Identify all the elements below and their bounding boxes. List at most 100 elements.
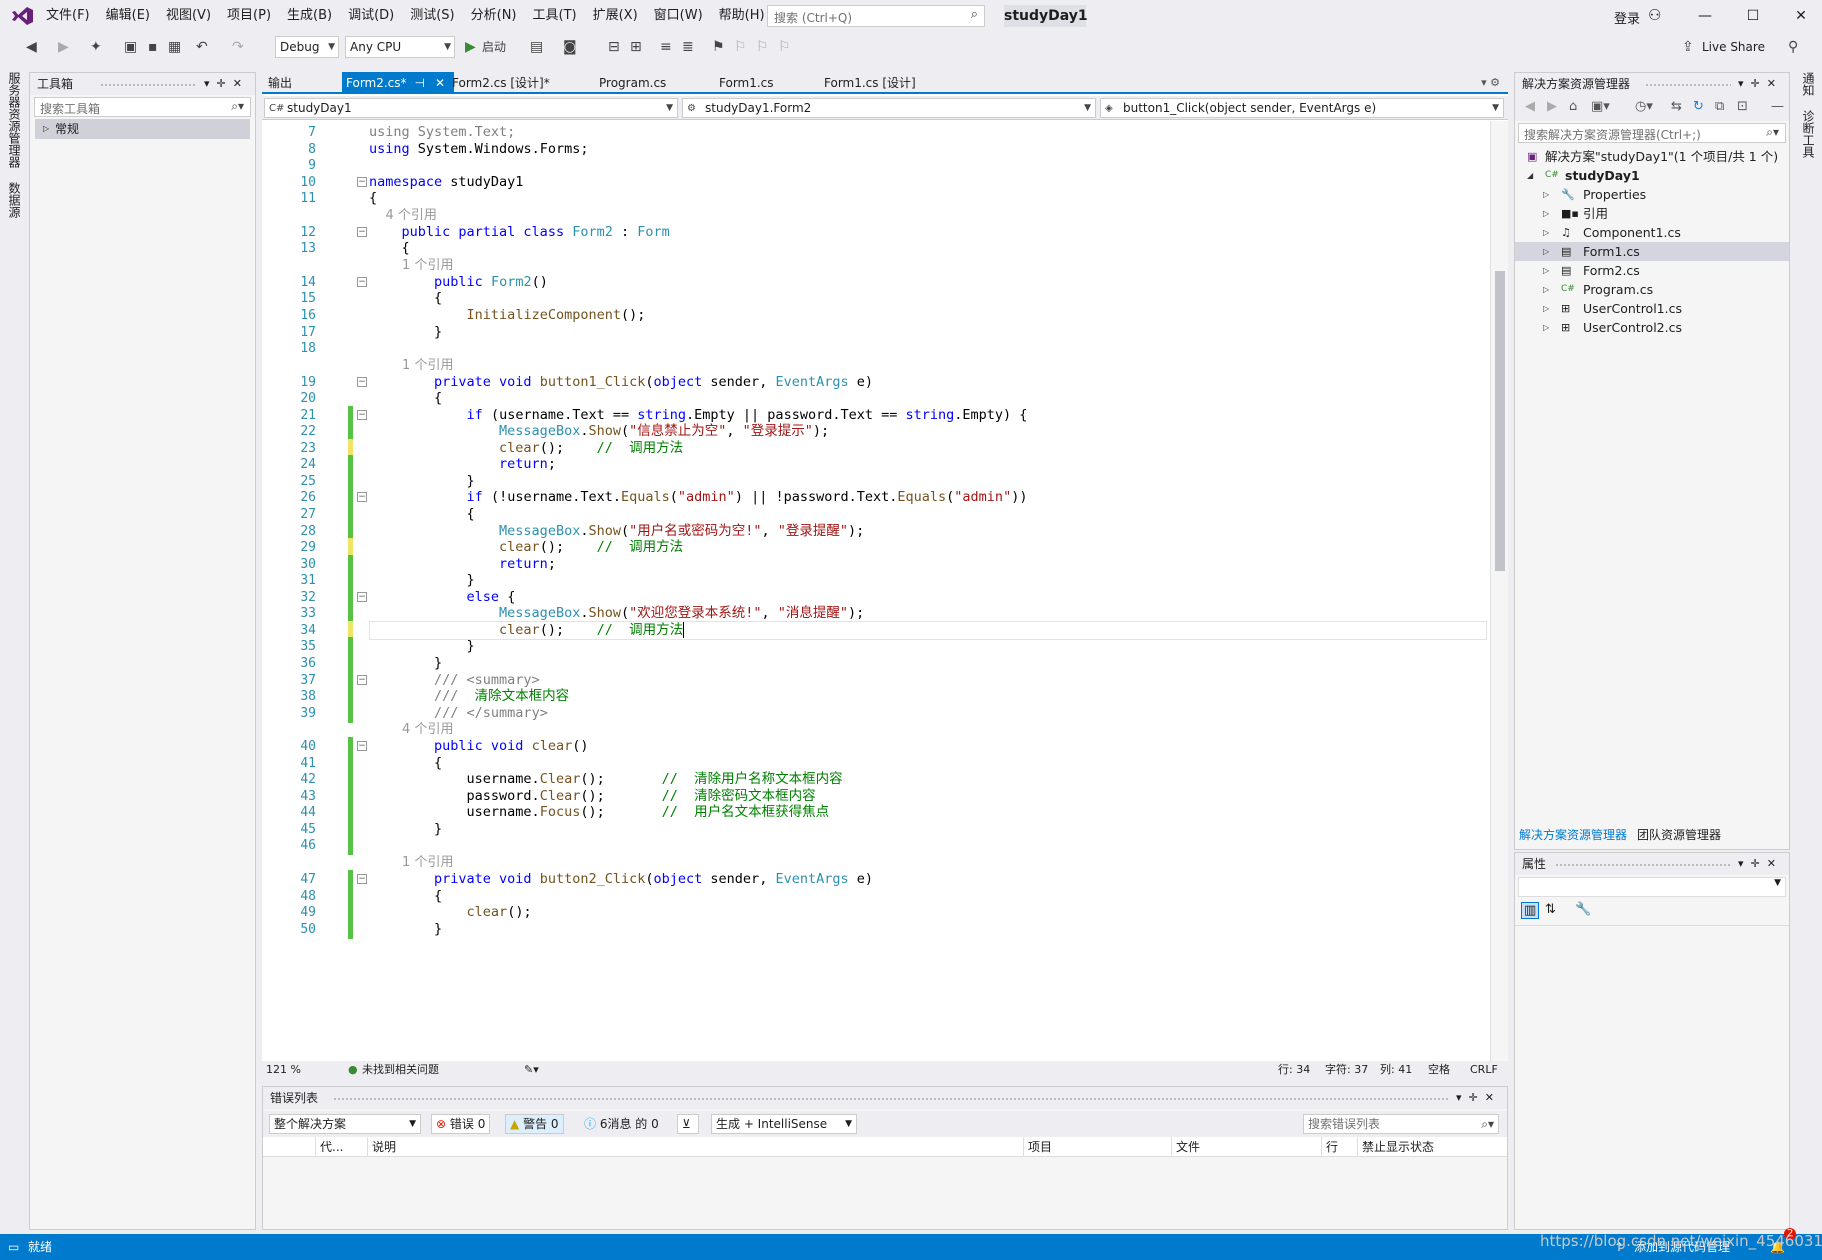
tab-form1-cs[interactable]: Form1.cs — [715, 72, 778, 94]
whitespace-mode[interactable]: 空格 — [1428, 1061, 1450, 1078]
messages-filter-button[interactable]: ⓘ 6消息 的 0 — [579, 1114, 664, 1134]
login-link[interactable]: 登录 — [1614, 8, 1640, 27]
history-icon[interactable]: ◷▾ — [1635, 99, 1653, 114]
scope-select[interactable]: 整个解决方案 ▼ — [269, 1114, 421, 1134]
save-icon[interactable]: ▪ — [148, 36, 158, 58]
categorized-icon[interactable]: ▥ — [1521, 902, 1540, 919]
toolbox-group[interactable]: ▷ 常规 — [35, 119, 250, 139]
live-share-button[interactable]: Live Share — [1702, 36, 1765, 58]
collapse-icon[interactable]: − — [357, 376, 367, 387]
collapse-icon[interactable]: − — [357, 176, 367, 187]
maximize-button[interactable]: ☐ — [1738, 4, 1768, 28]
menu-item[interactable]: 视图(V) — [158, 0, 219, 32]
outdent-icon[interactable]: ≣ — [682, 36, 694, 58]
user-icon[interactable]: ⚇ — [1648, 6, 1661, 24]
tree-item-references[interactable]: ▷ ■▪ 引用 — [1515, 204, 1789, 223]
close-window-button[interactable]: ✕ — [1786, 4, 1816, 28]
collapse-icon[interactable]: − — [357, 492, 367, 503]
tree-item-properties[interactable]: ▷ 🔧 Properties — [1515, 185, 1789, 204]
line-ending[interactable]: CRLF — [1470, 1061, 1498, 1078]
drag-grip[interactable] — [1645, 83, 1731, 87]
tab-team-explorer[interactable]: 团队资源管理器 — [1637, 823, 1721, 847]
start-icon[interactable]: ▶ — [465, 36, 476, 58]
code-line[interactable]: 50 } — [262, 919, 1490, 939]
class-nav-select[interactable]: ⚙ studyDay1.Form2 ▼ — [682, 98, 1096, 118]
zoom-level[interactable]: 121 % — [266, 1061, 301, 1078]
bookmark-prev-icon[interactable]: ⚐ — [734, 36, 747, 58]
close-icon[interactable]: ✕ — [435, 76, 445, 90]
start-button[interactable]: 启动 — [482, 36, 506, 58]
tree-item-usercontrol1[interactable]: ▷ ⊞ UserControl1.cs — [1515, 299, 1789, 318]
show-all-files-icon[interactable]: ⊡ — [1737, 99, 1748, 114]
tab-output[interactable]: 输出 — [264, 72, 296, 94]
diagnostic-tools-tab[interactable]: 诊断工具 — [1800, 110, 1817, 158]
toolbox-search-input[interactable]: 搜索工具箱 ⌕▾ — [34, 97, 251, 117]
menu-item[interactable]: 分析(N) — [463, 0, 525, 32]
col-project[interactable]: 项目 — [1023, 1137, 1171, 1157]
vertical-scrollbar[interactable] — [1490, 121, 1508, 1061]
live-share-icon[interactable]: ⇪ — [1682, 36, 1694, 58]
collapse-icon[interactable]: − — [357, 591, 367, 602]
warnings-filter-button[interactable]: ▲ 警告 0 — [505, 1114, 564, 1134]
more-icon[interactable]: — — [1771, 99, 1784, 114]
tree-project[interactable]: ◢ C# studyDay1 — [1515, 166, 1789, 185]
collapse-icon[interactable]: − — [357, 409, 367, 420]
minimize-button[interactable]: — — [1690, 4, 1720, 28]
back-icon[interactable]: ◀ — [26, 36, 37, 58]
menu-item[interactable]: 测试(S) — [402, 0, 462, 32]
undo-icon[interactable]: ↶ — [196, 36, 208, 58]
switch-views-icon[interactable]: ▣▾ — [1591, 99, 1610, 114]
indent-icon[interactable]: ≡ — [660, 36, 672, 58]
menu-item[interactable]: 编辑(E) — [98, 0, 158, 32]
solution-search-input[interactable]: 搜索解决方案资源管理器(Ctrl+;) ⌕▾ — [1518, 123, 1786, 143]
bookmark-icon[interactable]: ⚑ — [712, 36, 725, 58]
collapse-icon[interactable]: − — [357, 276, 367, 287]
tab-program-cs[interactable]: Program.cs — [595, 72, 670, 94]
sync-icon[interactable]: ⇆ — [1671, 99, 1682, 114]
panel-controls[interactable]: ▾✛✕ — [1738, 853, 1783, 875]
panel-controls[interactable]: ▾✛✕ — [1738, 73, 1783, 95]
collapse-all-icon[interactable]: ⧉ — [1715, 99, 1724, 114]
open-folder-icon[interactable]: ▣ — [124, 36, 137, 58]
errors-filter-button[interactable]: ⊗ 错误 0 — [431, 1114, 491, 1134]
platform-select[interactable]: Any CPU ▼ — [345, 36, 455, 58]
tab-form2-cs[interactable]: Form2.cs* ⊣ ✕ — [342, 72, 454, 94]
tab-solution-explorer[interactable]: 解决方案资源管理器 — [1519, 823, 1627, 847]
member-nav-select[interactable]: ◈ button1_Click(object sender, EventArgs … — [1100, 98, 1504, 118]
tree-item-usercontrol2[interactable]: ▷ ⊞ UserControl2.cs — [1515, 318, 1789, 337]
panel-controls[interactable]: ▾✛✕ — [204, 73, 249, 95]
tab-form1-design[interactable]: Form1.cs [设计] — [820, 72, 920, 94]
align-icon[interactable]: ⊟ — [608, 36, 620, 58]
drag-grip[interactable] — [1555, 863, 1731, 867]
menu-item[interactable]: 扩展(X) — [585, 0, 646, 32]
new-project-icon[interactable]: ✦ — [90, 36, 102, 58]
tab-overflow-controls[interactable]: ▾ ⚙ — [1481, 72, 1500, 94]
panel-controls[interactable]: ▾✛✕ — [1456, 1087, 1501, 1109]
col-file[interactable]: 文件 — [1171, 1137, 1321, 1157]
drag-grip[interactable] — [333, 1097, 1449, 1101]
tree-solution-root[interactable]: ▣ 解决方案"studyDay1"(1 个项目/共 1 个) — [1515, 147, 1789, 166]
code-editor[interactable]: 7 using System.Text; 8 using System.Windows… — [262, 121, 1490, 1061]
scrollbar-thumb[interactable] — [1495, 271, 1505, 571]
error-search-input[interactable]: 搜索错误列表 ⌕▾ — [1303, 1114, 1499, 1134]
menu-item[interactable]: 文件(F) — [38, 0, 98, 32]
data-sources-tab[interactable]: 数据源 — [6, 182, 23, 218]
forward-icon[interactable]: ▶ — [1547, 99, 1557, 114]
project-nav-select[interactable]: C# studyDay1 ▼ — [264, 98, 678, 118]
tree-item-form2[interactable]: ▷ ▤ Form2.cs — [1515, 261, 1789, 280]
forward-icon[interactable]: ▶ — [58, 36, 69, 58]
notifications-tab[interactable]: 通知 — [1800, 72, 1817, 96]
home-icon[interactable]: ⌂ — [1569, 99, 1577, 114]
search-input[interactable]: 搜索 (Ctrl+Q) ⌕ — [767, 5, 985, 27]
redo-icon[interactable]: ↷ — [232, 36, 244, 58]
col-line[interactable]: 行 — [1321, 1137, 1357, 1157]
drag-grip[interactable] — [100, 83, 197, 87]
code-text[interactable]: } — [369, 920, 442, 939]
back-icon[interactable]: ◀ — [1525, 99, 1535, 114]
collapse-icon[interactable]: − — [357, 674, 367, 685]
brush-icon[interactable]: ✎▾ — [524, 1061, 539, 1078]
camera-icon[interactable]: ◙ — [563, 36, 577, 58]
bookmark-clear-icon[interactable]: ⚐ — [778, 36, 791, 58]
tree-item-form1[interactable]: ▷ ▤ Form1.cs — [1515, 242, 1789, 261]
refresh-icon[interactable]: ↻ — [1693, 99, 1704, 114]
